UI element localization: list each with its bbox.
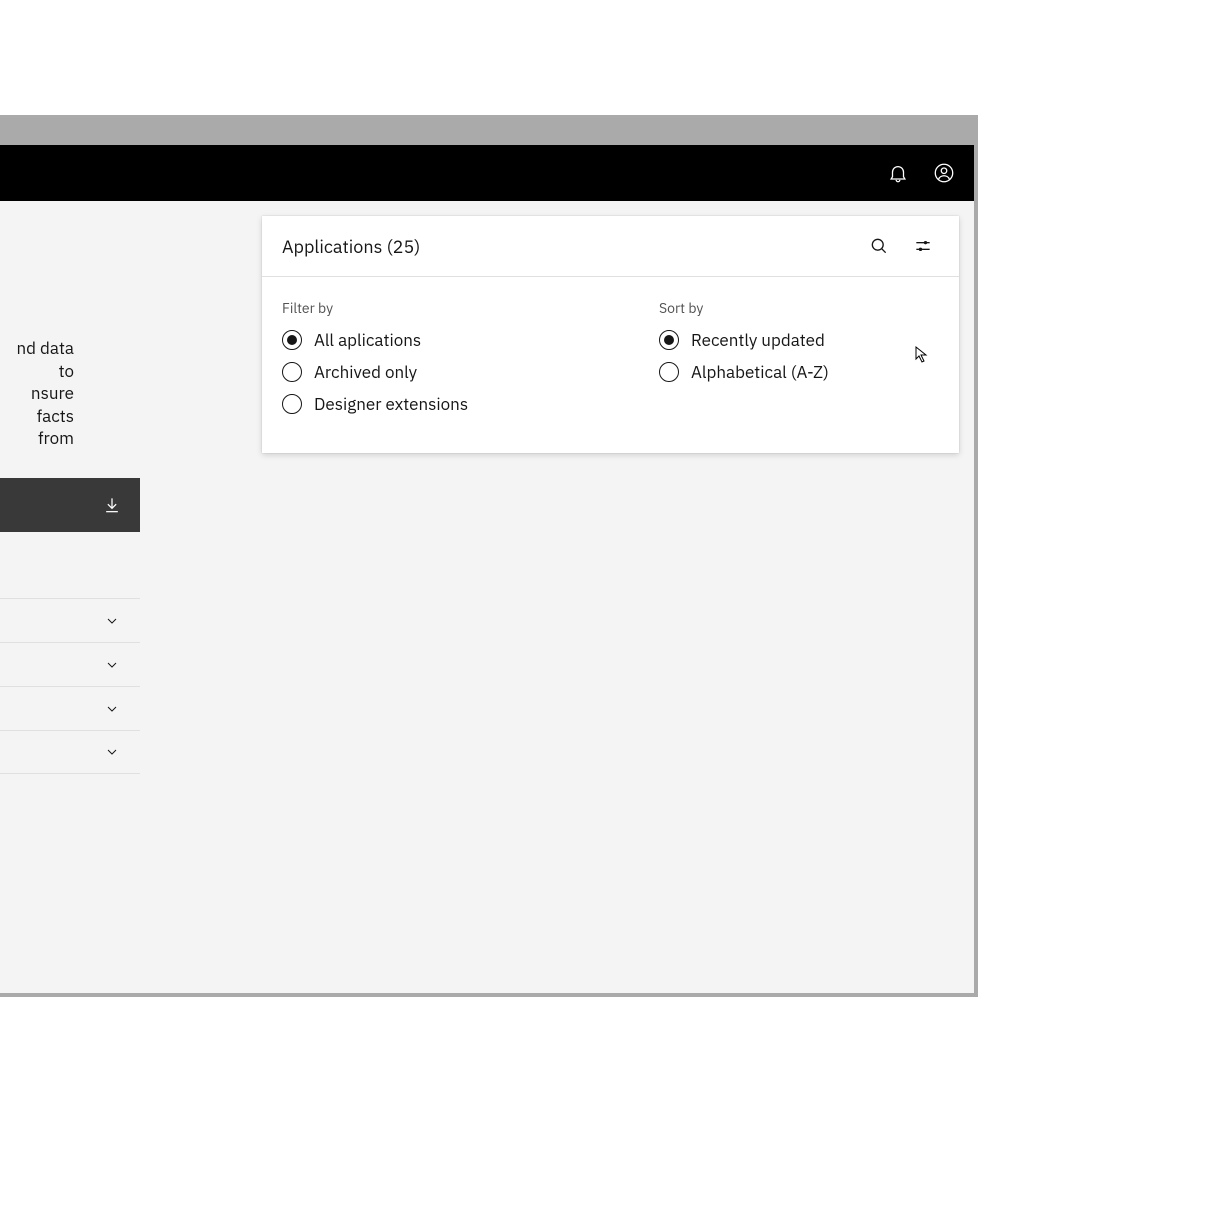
sort-option-recently-updated[interactable]: Recently updated bbox=[659, 329, 939, 351]
sort-option-alphabetical[interactable]: Alphabetical (A-Z) bbox=[659, 361, 939, 383]
app-window: nd data to nsure facts from bbox=[0, 145, 974, 993]
radio-label: All aplications bbox=[314, 329, 421, 351]
left-column: nd data to nsure facts from bbox=[0, 201, 140, 993]
applications-panel: Applications (25) bbox=[262, 216, 959, 453]
chevron-down-icon bbox=[104, 701, 120, 717]
radio-selected-icon bbox=[659, 330, 679, 350]
search-icon bbox=[869, 236, 889, 256]
chevron-down-icon bbox=[104, 744, 120, 760]
bell-icon bbox=[887, 162, 909, 184]
radio-unselected-icon bbox=[282, 362, 302, 382]
accordion-list bbox=[0, 598, 140, 774]
chevron-down-icon bbox=[104, 613, 120, 629]
radio-unselected-icon bbox=[659, 362, 679, 382]
panel-header: Applications (25) bbox=[262, 216, 959, 276]
chevron-down-icon bbox=[104, 657, 120, 673]
panel-body: Filter by All aplications Archived only bbox=[262, 277, 959, 445]
window-chrome: nd data to nsure facts from bbox=[0, 115, 978, 997]
sliders-icon bbox=[913, 236, 933, 256]
filter-settings-button[interactable] bbox=[901, 224, 945, 268]
account-icon bbox=[933, 162, 955, 184]
accordion-item[interactable] bbox=[0, 686, 140, 730]
filter-label: Filter by bbox=[282, 299, 602, 317]
radio-label: Recently updated bbox=[691, 329, 825, 351]
sort-section: Sort by Recently updated Alphabetical (A… bbox=[659, 299, 939, 425]
download-icon bbox=[102, 495, 122, 515]
accordion-item[interactable] bbox=[0, 642, 140, 686]
accordion-item[interactable] bbox=[0, 730, 140, 774]
download-button[interactable] bbox=[0, 478, 140, 532]
description-text-partial: nd data to nsure facts from bbox=[0, 337, 74, 450]
panel-title: Applications (25) bbox=[282, 235, 857, 258]
accordion-item[interactable] bbox=[0, 598, 140, 642]
radio-unselected-icon bbox=[282, 394, 302, 414]
main-content: nd data to nsure facts from bbox=[0, 201, 974, 993]
search-button[interactable] bbox=[857, 224, 901, 268]
radio-selected-icon bbox=[282, 330, 302, 350]
top-navbar bbox=[0, 145, 974, 201]
account-button[interactable] bbox=[932, 161, 956, 185]
notifications-button[interactable] bbox=[886, 161, 910, 185]
radio-label: Designer extensions bbox=[314, 393, 468, 415]
sort-label: Sort by bbox=[659, 299, 939, 317]
filter-option-designer-extensions[interactable]: Designer extensions bbox=[282, 393, 602, 415]
radio-label: Alphabetical (A-Z) bbox=[691, 361, 829, 383]
filter-option-all-applications[interactable]: All aplications bbox=[282, 329, 602, 351]
filter-section: Filter by All aplications Archived only bbox=[282, 299, 602, 425]
radio-label: Archived only bbox=[314, 361, 417, 383]
filter-option-archived-only[interactable]: Archived only bbox=[282, 361, 602, 383]
